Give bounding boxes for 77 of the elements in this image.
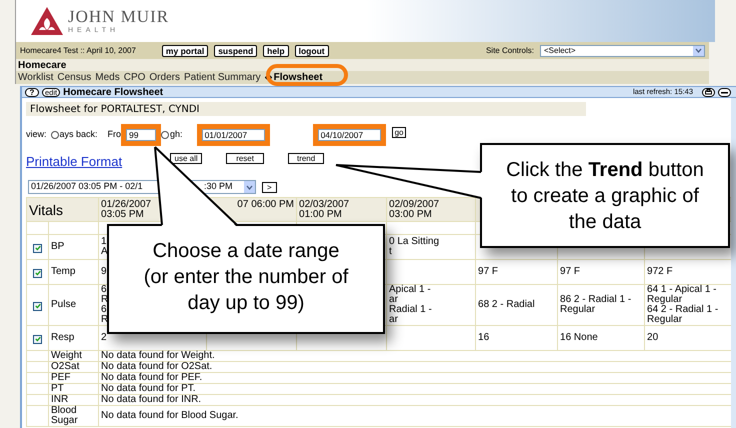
nav-tab[interactable]: Worklist [18,72,54,84]
header-button[interactable]: suspend [214,44,258,56]
printable-format-link[interactable]: Printable Format [26,152,122,172]
help-button[interactable]: ? [25,88,39,96]
table-cell: 0 La Sitting t [386,234,476,260]
site-controls-label: Site Controls: [486,44,534,56]
minimize-icon [721,90,728,94]
action-button[interactable]: reset [226,153,264,164]
input-field[interactable]: 01/01/2007 [202,129,265,141]
logo-name: JOHN MUIR [68,8,170,25]
diamond-icon [264,74,272,81]
table-cell: 68 2 - Radial [476,284,558,326]
header-button[interactable]: help [263,44,289,56]
action-button[interactable]: use all [170,153,202,164]
input-field[interactable]: 04/10/2007 [318,129,381,141]
row-label: INR [48,394,99,406]
table-cell: No data found for Weight. [98,350,732,362]
radio-button[interactable] [50,131,59,139]
session-info: Homecare4 Test :: April 10, 2007 [20,44,136,56]
row-label: Pulse [48,284,99,326]
site-controls-select[interactable]: <Select> [540,44,705,56]
logo-icon [30,6,64,36]
table-header: Vitals [26,198,99,222]
radio-button[interactable] [161,131,170,139]
header-button[interactable]: my portal [162,44,208,56]
section-title: Homecare [18,60,66,70]
row-label: PEF [48,372,99,384]
nav-tab[interactable]: Flowsheet [264,72,323,84]
from-label: Fro [108,128,122,142]
select-value: <Select> [544,44,576,56]
checkbox[interactable] [33,302,42,310]
patient-heading: Flowsheet for PORTALTEST, CYNDI [30,102,200,116]
row-label: Temp [48,260,99,284]
nav-tab[interactable]: Orders [149,72,180,84]
row-label: PT [48,384,99,394]
column-header: 02/09/2007 03:00 PM [386,198,476,222]
minimize-button[interactable] [718,88,731,96]
table-cell: 16 [476,326,558,350]
print-button[interactable] [702,88,715,96]
row-label: Blood Sugar [48,406,99,426]
go-button[interactable]: go [392,127,406,138]
nav-tab[interactable]: CPO [124,72,146,84]
printer-icon [705,89,712,95]
table-cell: 97 F [558,260,645,284]
checkbox[interactable] [33,244,42,252]
action-button[interactable]: trend [288,153,324,164]
header-button[interactable]: logout [294,44,329,56]
nav-tab[interactable]: Patient Summary [184,72,261,84]
column-header: 02/03/2007 01:00 PM [296,198,387,222]
dropdown-icon [244,181,255,193]
table-cell: No data found for PEF. [98,372,732,384]
checkbox[interactable] [33,334,42,344]
table-cell: No data found for PT. [98,384,732,394]
view-label: view: [26,128,47,142]
row-label: Resp [48,326,99,350]
row-label: Weight [48,350,99,362]
nav-tab[interactable]: Meds [95,72,120,84]
table-cell: 16 None [558,326,645,350]
input-field[interactable]: 99 [126,129,156,141]
days-back-label: ays back: [60,128,98,142]
callout-box: Click the Trend button to create a graphic of the data [480,143,730,248]
range-start-text: 01/26/2007 03:05 PM - 02/1 [30,180,144,194]
table-cell: 86 2 - Radial 1 - Regular [558,284,645,326]
table-cell: Apical 1 - ar Radial 1 - ar [386,284,476,326]
checkbox[interactable] [33,268,42,278]
next-button[interactable]: > [262,182,277,192]
vertical-scrollbar[interactable] [731,98,736,428]
table-cell: 97 F [476,260,558,284]
range-end-text: :30 PM [204,180,233,194]
nav-tab[interactable]: Census [57,72,92,84]
row-label: BP [48,234,99,260]
table-cell: No data found for O2Sat. [98,362,732,372]
panel-title: Homecare Flowsheet [63,86,164,100]
through-label: gh: [170,128,183,142]
table-cell: No data found for INR. [98,394,732,406]
row-label: O2Sat [48,362,99,372]
dropdown-icon [693,46,704,56]
